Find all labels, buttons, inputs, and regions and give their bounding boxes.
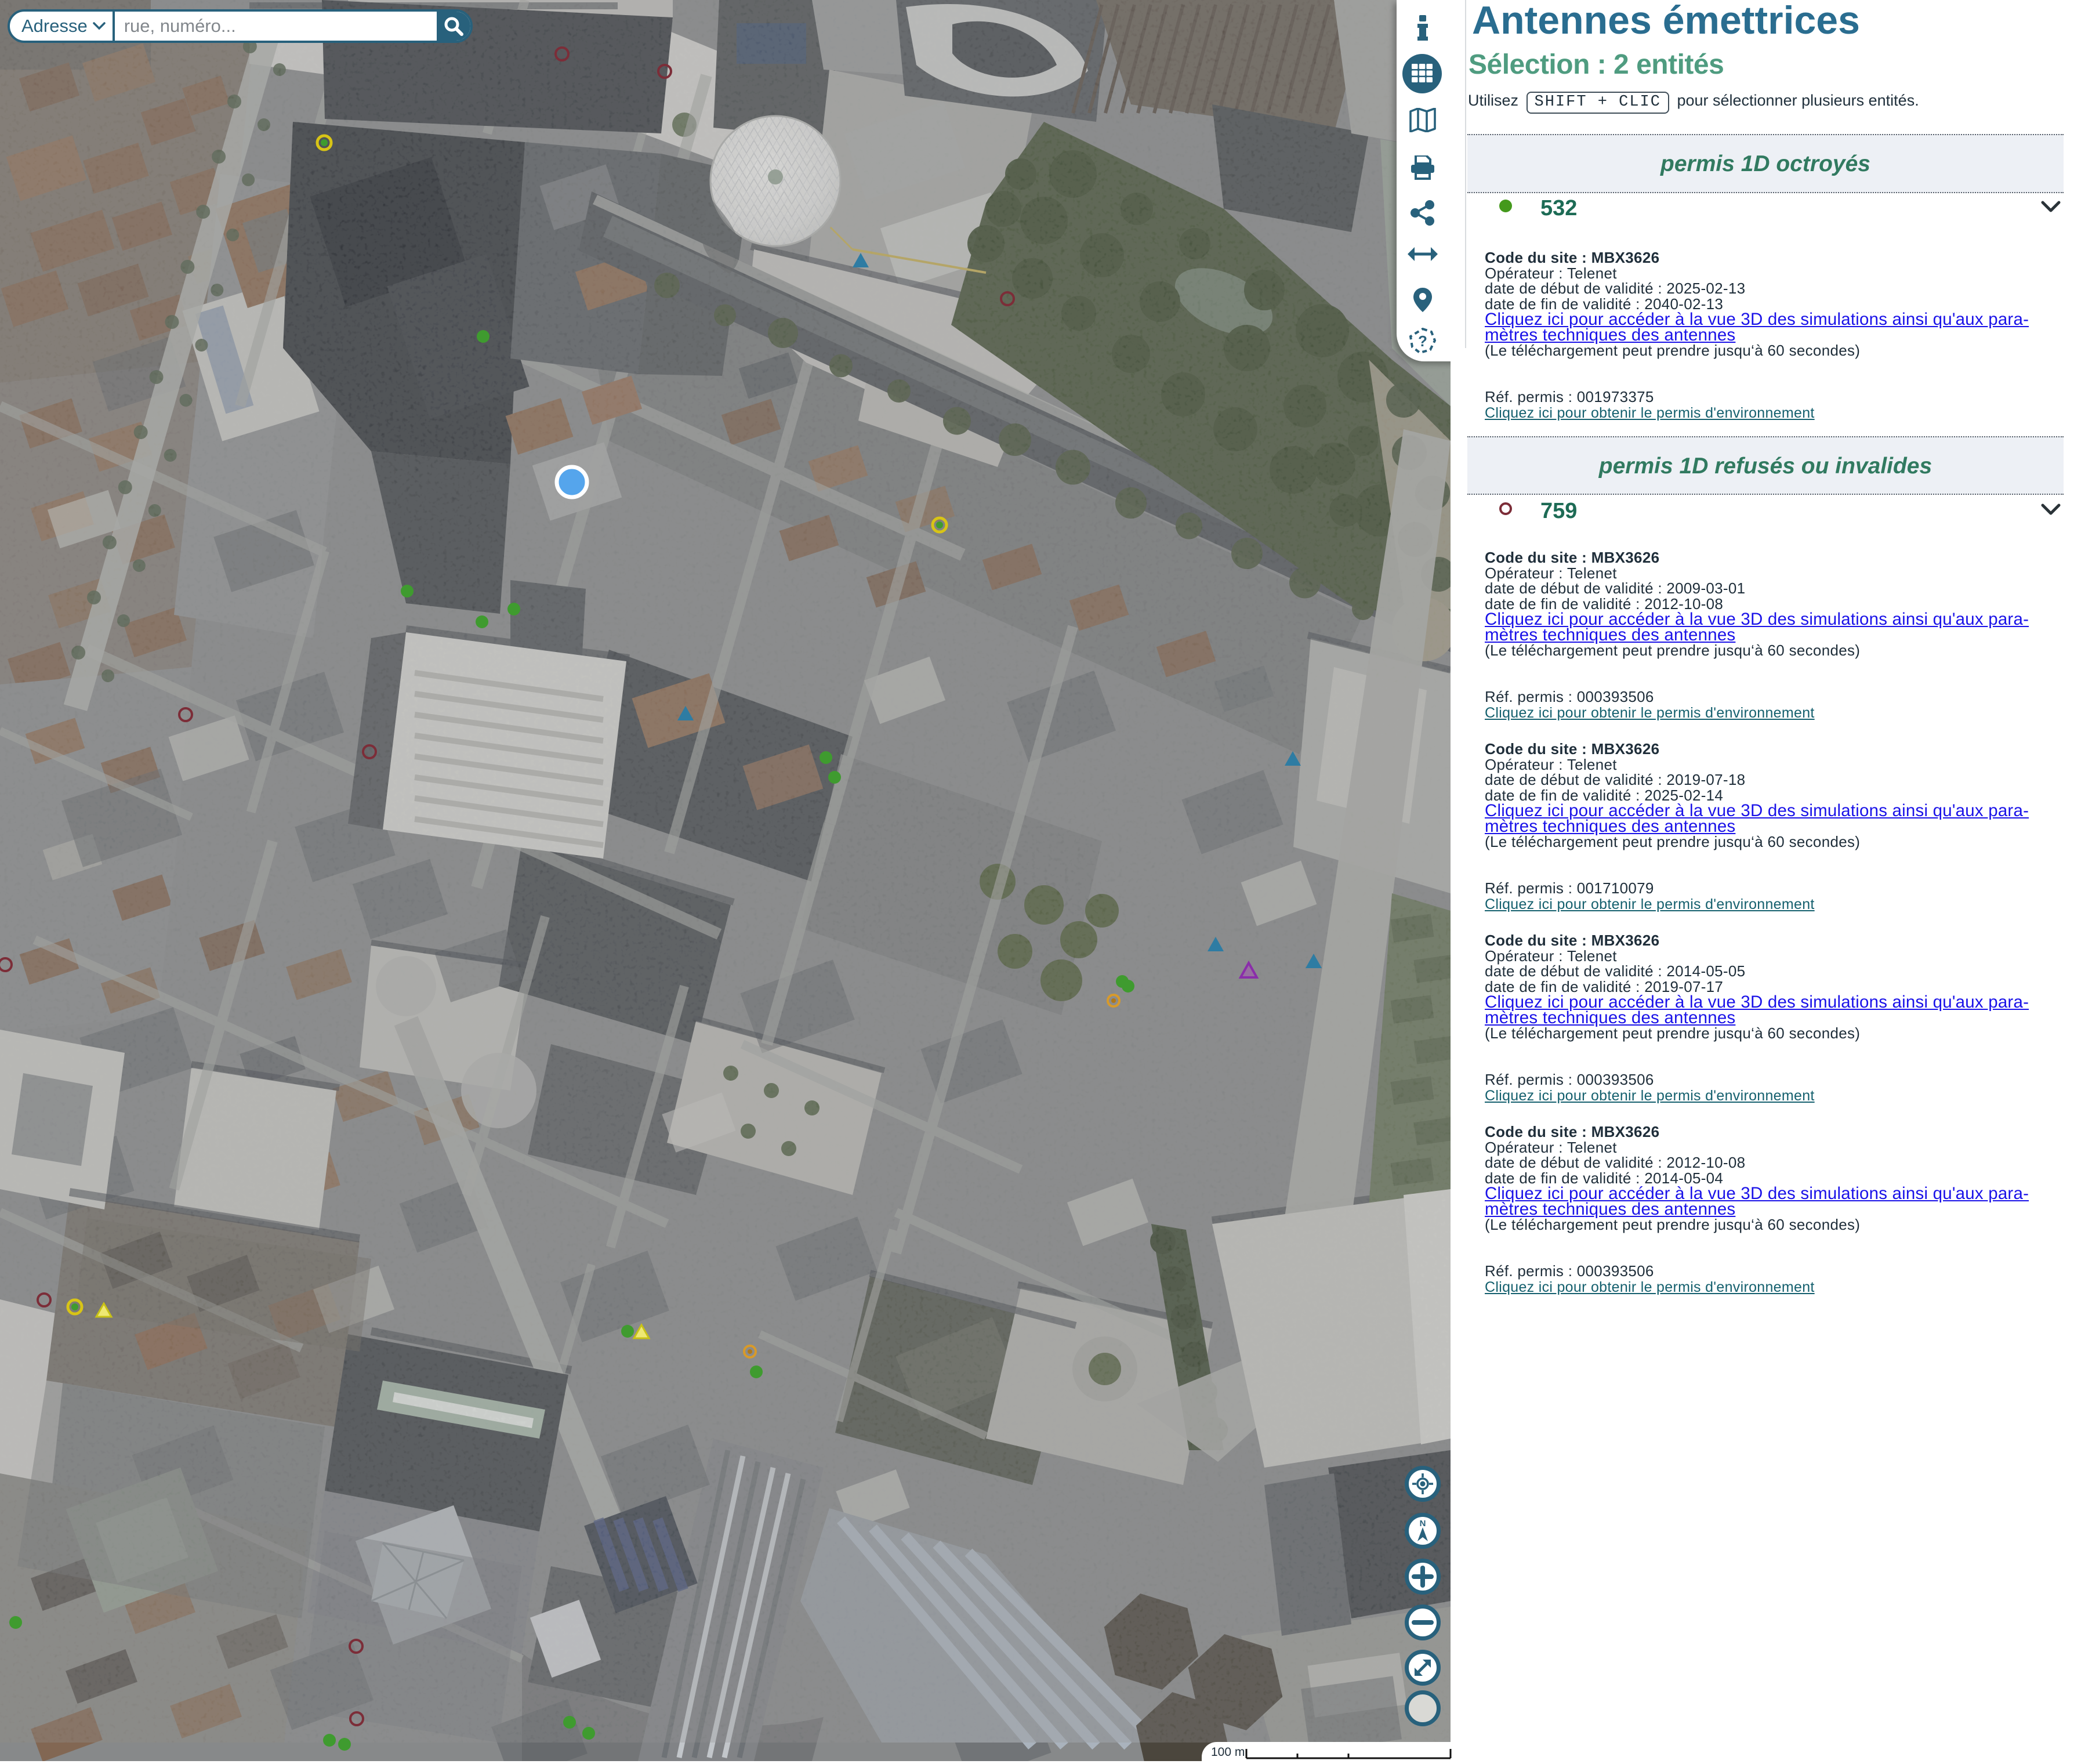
svg-text:N: N [1420, 1519, 1426, 1528]
svg-text:?: ? [1418, 332, 1427, 350]
